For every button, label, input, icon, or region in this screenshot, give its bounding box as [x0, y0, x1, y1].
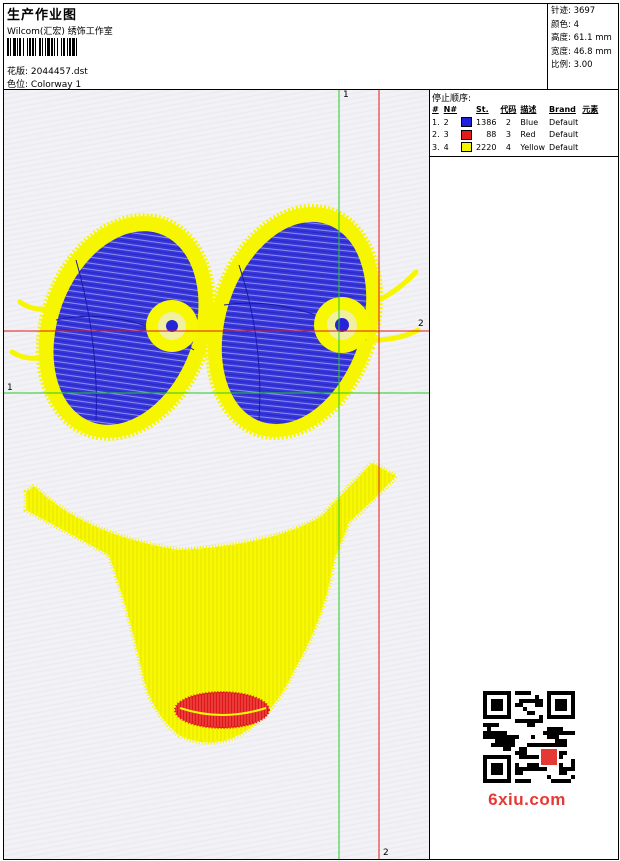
- col-brand: Brand: [549, 105, 576, 114]
- stat-scale: 比例: 3.00: [551, 60, 593, 70]
- stats-panel: 针迹: 3697 颜色: 4 高度: 61.1 mm 宽度: 46.8 mm 比…: [548, 4, 618, 90]
- embroidery-preview: [4, 90, 429, 859]
- design-value: 2044457.dst: [30, 67, 88, 77]
- col-element: 元素: [582, 105, 599, 114]
- green-v-label: 1: [343, 90, 349, 100]
- red-v-label: 2: [383, 848, 389, 858]
- header-panel: 生产作业图 Wilcom(汇宏) 绣饰工作室 花版: 2044457.dst 色…: [4, 4, 548, 90]
- col-desc: 描述: [520, 105, 537, 114]
- stat-height: 高度: 61.1 mm: [551, 33, 612, 43]
- col-needle: N#: [443, 105, 458, 114]
- stat-colors: 颜色: 4: [551, 19, 579, 30]
- design-label: 花版:: [7, 67, 29, 77]
- color-swatch: [461, 142, 473, 153]
- design-line: 花版: 2044457.dst: [7, 64, 88, 77]
- barcode: [7, 38, 77, 56]
- mouth: [23, 459, 401, 745]
- table-header-row: # N# St. 代码 描述 Brand 元素: [431, 103, 601, 116]
- stop-sequence-table: # N# St. 代码 描述 Brand 元素 1. 2 1386 2 Blue…: [431, 103, 601, 154]
- production-sheet: 生产作业图 Wilcom(汇宏) 绣饰工作室 花版: 2044457.dst 色…: [3, 3, 619, 860]
- watermark-text: 6xiu.com: [488, 790, 566, 809]
- page-title: 生产作业图: [7, 8, 78, 23]
- stats-list: 针迹: 3697 颜色: 4 高度: 61.1 mm 宽度: 46.8 mm 比…: [551, 5, 612, 73]
- table-row: 1. 2 1386 2 Blue Default: [432, 117, 579, 128]
- colorway-line: 色位: Colorway 1: [7, 77, 81, 90]
- table-row: 2. 3 88 3 Red Default: [432, 129, 579, 140]
- col-stitches: St.: [476, 105, 489, 114]
- red-h-label: 2: [418, 319, 424, 329]
- right-eye: [204, 203, 384, 441]
- qr-code: [483, 691, 575, 783]
- col-index: #: [432, 105, 439, 114]
- company-name: Wilcom(汇宏) 绣饰工作室: [7, 27, 113, 37]
- colorway-value: Colorway 1: [30, 80, 82, 90]
- watermark: 6xiu.com: [471, 683, 583, 815]
- green-h-label: 1: [7, 383, 13, 393]
- color-swatch: [461, 129, 473, 140]
- col-color: [460, 103, 475, 116]
- table-row: 3. 4 2220 4 Yellow Default: [432, 142, 579, 153]
- design-canvas: 1 1 2 2: [4, 90, 430, 859]
- color-swatch: [461, 117, 473, 128]
- colorway-label: 色位:: [7, 80, 29, 90]
- stat-stitches: 针迹: 3697: [551, 6, 596, 16]
- stop-sequence-header: 停止顺序: # N# St. 代码 描述 Brand 元素 1. 2 1386 …: [430, 90, 618, 157]
- col-code: 代码: [500, 105, 517, 114]
- stat-width: 宽度: 46.8 mm: [551, 46, 612, 57]
